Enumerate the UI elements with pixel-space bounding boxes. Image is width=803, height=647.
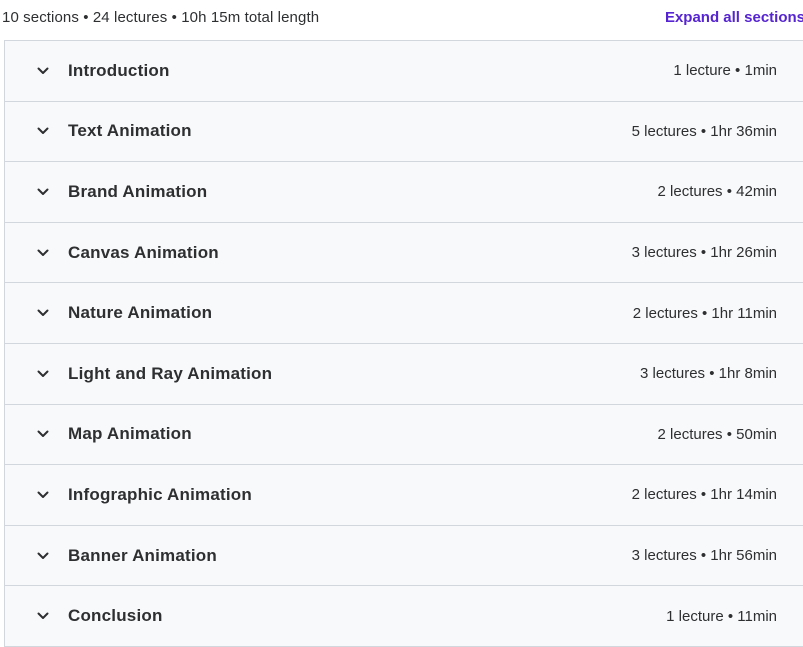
section-title: Map Animation xyxy=(68,424,192,444)
chevron-down-icon xyxy=(36,246,50,260)
section-row[interactable]: Introduction 1 lecture • 1min xyxy=(5,41,803,102)
section-title: Conclusion xyxy=(68,606,163,626)
section-meta: 1 lecture • 11min xyxy=(666,607,777,625)
section-meta: 2 lectures • 42min xyxy=(657,183,777,201)
curriculum-sections-list: Introduction 1 lecture • 1min Text Anima… xyxy=(4,40,803,647)
section-meta: 3 lectures • 1hr 56min xyxy=(631,547,777,565)
section-row[interactable]: Light and Ray Animation 3 lectures • 1hr… xyxy=(5,343,803,405)
chevron-down-icon xyxy=(36,185,50,199)
section-title: Infographic Animation xyxy=(68,484,252,504)
chevron-down-icon xyxy=(36,427,50,441)
section-row[interactable]: Text Animation 5 lectures • 1hr 36min xyxy=(5,101,803,163)
section-row[interactable]: Banner Animation 3 lectures • 1hr 56min xyxy=(5,525,803,587)
section-meta: 3 lectures • 1hr 8min xyxy=(640,365,777,383)
chevron-down-icon xyxy=(36,367,50,381)
curriculum-summary-bar: 10 sections • 24 lectures • 10h 15m tota… xyxy=(0,0,803,34)
section-row[interactable]: Brand Animation 2 lectures • 42min xyxy=(5,162,803,223)
section-meta: 2 lectures • 50min xyxy=(657,425,777,443)
section-title: Canvas Animation xyxy=(68,242,219,262)
chevron-down-icon xyxy=(36,64,50,78)
chevron-down-icon xyxy=(36,124,50,138)
section-row[interactable]: Infographic Animation 2 lectures • 1hr 1… xyxy=(5,465,803,526)
section-meta: 2 lectures • 1hr 14min xyxy=(631,486,777,504)
curriculum-summary-text: 10 sections • 24 lectures • 10h 15m tota… xyxy=(2,8,320,26)
chevron-down-icon xyxy=(36,549,50,563)
section-title: Light and Ray Animation xyxy=(68,363,273,383)
section-row[interactable]: Map Animation 2 lectures • 50min xyxy=(5,404,803,466)
chevron-down-icon xyxy=(36,609,50,623)
section-title: Banner Animation xyxy=(68,545,217,565)
chevron-down-icon xyxy=(36,488,50,502)
section-row[interactable]: Canvas Animation 3 lectures • 1hr 26min xyxy=(5,222,803,284)
section-row[interactable]: Conclusion 1 lecture • 11min xyxy=(5,586,803,647)
section-title: Text Animation xyxy=(68,121,192,141)
section-title: Nature Animation xyxy=(68,303,213,323)
section-meta: 3 lectures • 1hr 26min xyxy=(631,244,777,262)
section-meta: 1 lecture • 1min xyxy=(673,62,777,80)
section-row[interactable]: Nature Animation 2 lectures • 1hr 11min xyxy=(5,283,803,344)
section-meta: 2 lectures • 1hr 11min xyxy=(632,304,777,322)
section-title: Brand Animation xyxy=(68,181,208,201)
section-meta: 5 lectures • 1hr 36min xyxy=(631,122,777,140)
section-title: Introduction xyxy=(68,60,170,80)
expand-all-sections-button[interactable]: Expand all sections xyxy=(665,9,803,26)
chevron-down-icon xyxy=(36,306,50,320)
